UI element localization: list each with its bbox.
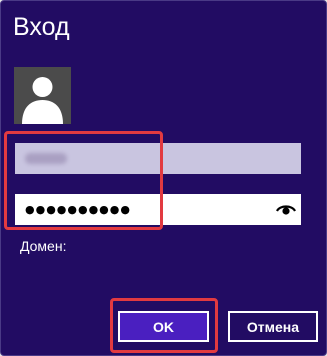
user-silhouette-icon: [14, 67, 71, 124]
dialog-title: Вход: [13, 13, 70, 41]
user-avatar: [14, 67, 71, 124]
ok-button[interactable]: OK: [118, 311, 209, 342]
login-dialog: Вход ●●●●●●●●●● Домен: OK Отмена: [0, 0, 327, 356]
username-obscured-value: [25, 153, 67, 164]
domain-label: Домен:: [20, 238, 67, 254]
cancel-button[interactable]: Отмена: [228, 311, 318, 342]
password-masked-value: ●●●●●●●●●●: [25, 203, 131, 216]
eye-icon[interactable]: [276, 201, 296, 217]
